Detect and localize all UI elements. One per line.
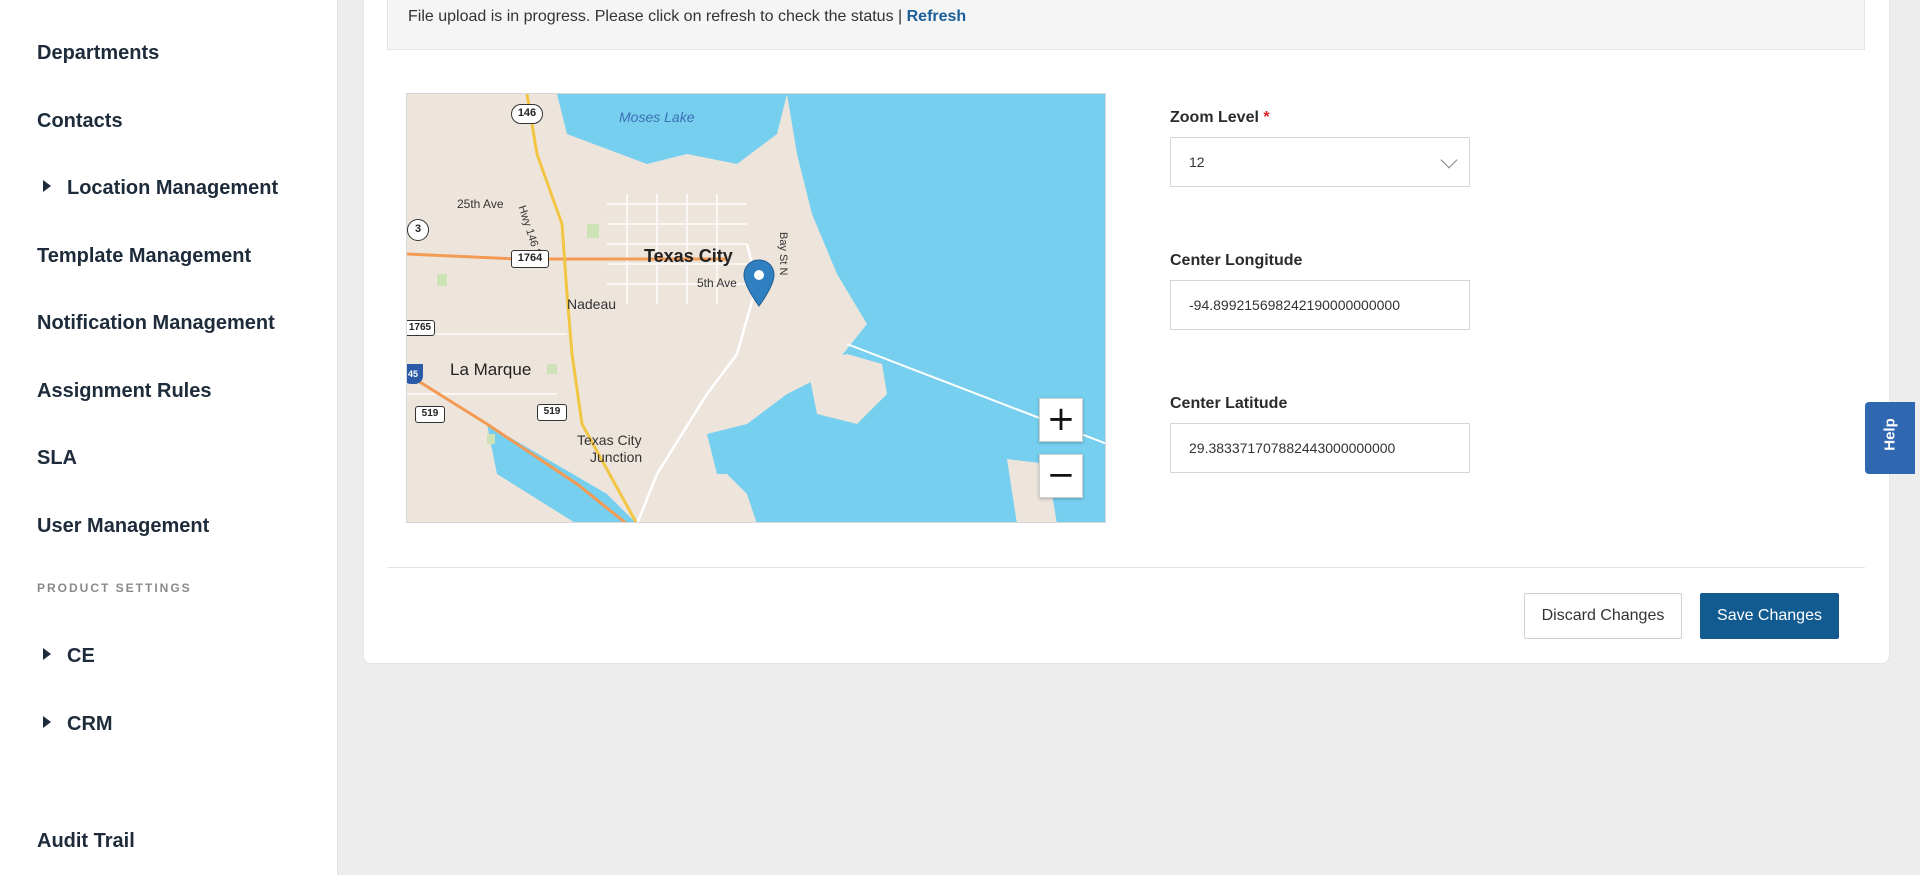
zoom-level-value: 12 <box>1189 154 1205 170</box>
help-tab-label: Help <box>1881 418 1899 451</box>
sidebar-item-user-management[interactable]: User Management <box>37 515 209 538</box>
caret-right-icon <box>43 180 51 192</box>
center-latitude-input[interactable]: 29.383371707882443000000000 <box>1170 423 1470 473</box>
discard-changes-button[interactable]: Discard Changes <box>1524 593 1682 639</box>
zoom-in-button[interactable]: + <box>1039 398 1083 442</box>
sidebar-item-crm[interactable]: CRM <box>37 713 113 736</box>
map-view[interactable]: Moses Lake Texas City 25th Ave 5th Ave N… <box>406 93 1106 523</box>
sidebar-item-template-management[interactable]: Template Management <box>37 245 251 268</box>
center-latitude-label: Center Latitude <box>1170 395 1288 412</box>
required-mark: * <box>1263 109 1270 126</box>
sidebar-item-audit-trail[interactable]: Audit Trail <box>37 830 135 853</box>
map-label-moses-lake: Moses Lake <box>619 109 695 125</box>
product-settings-heading: PRODUCT SETTINGS <box>37 581 192 595</box>
sidebar-item-assignment-rules[interactable]: Assignment Rules <box>37 380 211 403</box>
map-label-tc-junction-1: Texas City <box>577 432 642 448</box>
sidebar-item-label: Location Management <box>67 177 279 199</box>
sidebar-item-label: CE <box>67 645 95 667</box>
road-shield-3: 3 <box>407 219 429 241</box>
help-tab[interactable]: Help <box>1865 402 1915 474</box>
interstate-shield-45: 45 <box>407 364 423 384</box>
zoom-level-label: Zoom Level * <box>1170 109 1270 127</box>
sidebar-item-label: CRM <box>67 713 113 735</box>
refresh-link[interactable]: Refresh <box>907 8 967 25</box>
sidebar-item-location-management[interactable]: Location Management <box>37 177 278 200</box>
road-shield-519-right: 519 <box>537 404 567 421</box>
map-label-tc-junction-2: Junction <box>590 449 643 465</box>
sidebar-item-ce[interactable]: CE <box>37 645 95 668</box>
save-changes-button[interactable]: Save Changes <box>1700 593 1839 639</box>
zoom-out-button[interactable]: − <box>1039 454 1083 498</box>
upload-status-banner: File upload is in progress. Please click… <box>387 0 1865 50</box>
caret-right-icon <box>43 716 51 728</box>
sidebar-item-sla[interactable]: SLA <box>37 447 77 470</box>
map-label-nadeau: Nadeau <box>567 296 617 312</box>
sidebar-item-contacts[interactable]: Contacts <box>37 110 123 133</box>
map-marker-icon[interactable] <box>742 258 776 308</box>
road-shield-1764: 1764 <box>511 250 549 268</box>
map-label-bay-st: Bay St N <box>777 232 789 276</box>
sidebar-item-notification-management[interactable]: Notification Management <box>37 312 275 335</box>
map-canvas <box>407 94 1105 522</box>
center-longitude-input[interactable]: -94.899215698242190000000000 <box>1170 280 1470 330</box>
zoom-level-select[interactable]: 12 <box>1170 137 1470 187</box>
sidebar-item-departments[interactable]: Departments <box>37 42 159 65</box>
map-label-25th-ave: 25th Ave <box>457 197 504 211</box>
map-label-la-marque: La Marque <box>450 360 532 379</box>
banner-message: File upload is in progress. Please click… <box>408 8 903 25</box>
map-label-texas-city: Texas City <box>644 246 733 266</box>
sidebar: Departments Contacts Location Management… <box>0 0 338 875</box>
form-divider <box>387 567 1865 568</box>
zoom-level-label-text: Zoom Level <box>1170 109 1259 126</box>
road-shield-1765: 1765 <box>407 320 435 336</box>
road-shield-146: 146 <box>511 104 543 124</box>
caret-right-icon <box>43 648 51 660</box>
map-label-5th-ave: 5th Ave <box>697 276 737 290</box>
chevron-down-icon <box>1440 151 1458 169</box>
road-shield-519-left: 519 <box>415 406 445 423</box>
center-longitude-label: Center Longitude <box>1170 252 1303 269</box>
